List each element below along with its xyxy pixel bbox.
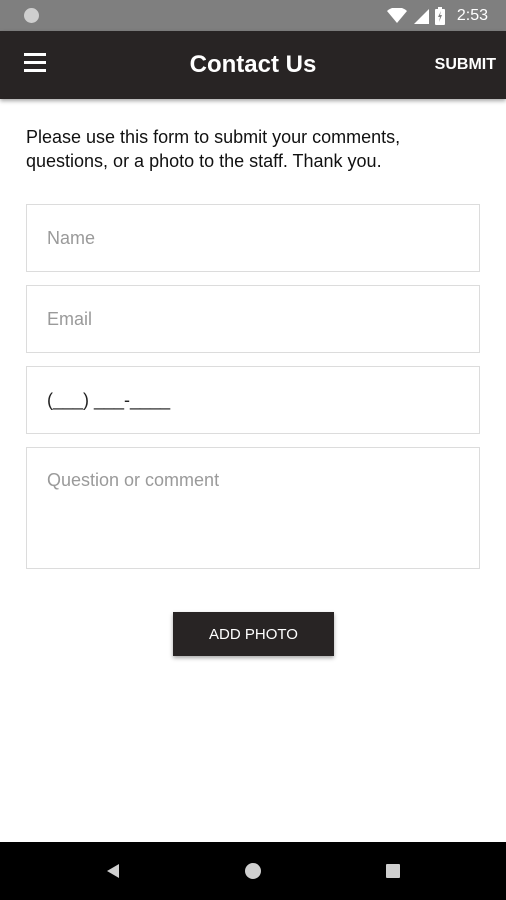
- navigation-bar: [0, 842, 506, 900]
- back-icon: [107, 864, 119, 878]
- notification-dot-icon: [24, 8, 39, 23]
- recents-icon: [386, 864, 400, 878]
- home-icon: [245, 863, 261, 879]
- home-button[interactable]: [223, 842, 283, 900]
- phone-field[interactable]: [26, 366, 480, 434]
- submit-button[interactable]: SUBMIT: [435, 31, 496, 99]
- app-bar: Contact Us SUBMIT: [0, 31, 506, 99]
- status-bar: 2:53: [0, 0, 506, 31]
- cell-signal-icon: [413, 8, 429, 24]
- name-field[interactable]: [26, 204, 480, 272]
- wifi-icon: [386, 7, 407, 23]
- page-title: Contact Us: [189, 51, 317, 78]
- add-photo-button[interactable]: ADD PHOTO: [173, 612, 334, 656]
- status-icons: 2:53: [386, 0, 488, 31]
- status-time: 2:53: [456, 6, 488, 24]
- email-field[interactable]: [26, 285, 480, 353]
- intro-text: Please use this form to submit your comm…: [26, 127, 401, 171]
- recents-button[interactable]: [363, 842, 423, 900]
- back-button[interactable]: [83, 842, 143, 900]
- comment-field[interactable]: [26, 447, 480, 569]
- battery-icon: [434, 6, 445, 25]
